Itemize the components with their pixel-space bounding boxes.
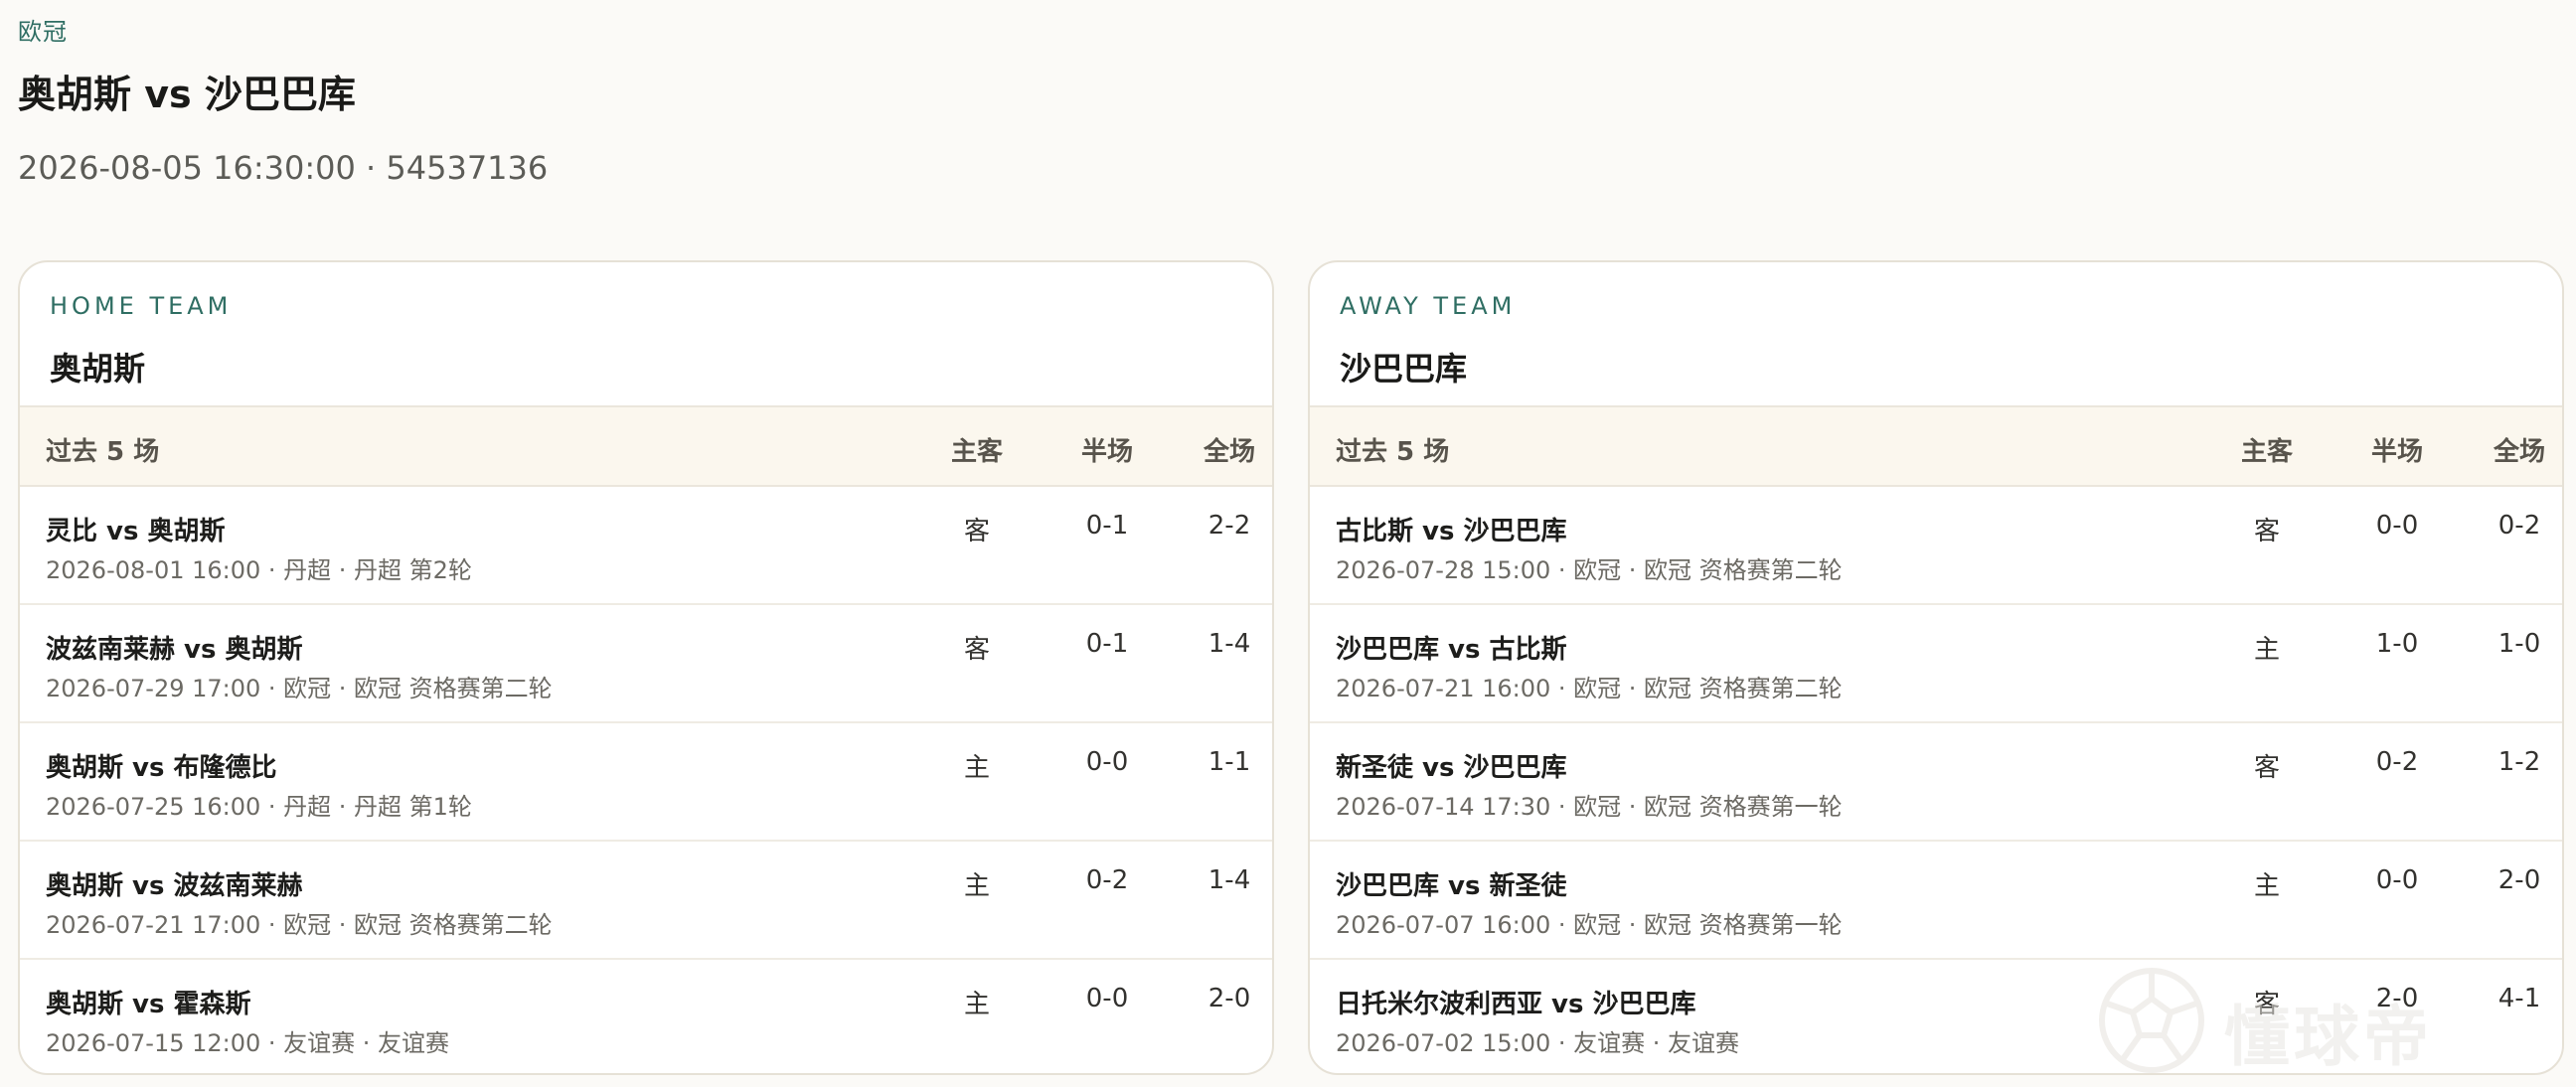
home-team-panel: HOME TEAM 奥胡斯 过去 5 场 主客 半场 全场 灵比 vs 奥胡斯 … bbox=[18, 260, 1274, 1075]
full-time-score: 1-4 bbox=[1208, 865, 1251, 895]
table-header: 过去 5 场 主客 半场 全场 bbox=[1310, 407, 2562, 487]
panel-header: HOME TEAM 奥胡斯 bbox=[20, 262, 1272, 407]
fixture-meta: 2026-07-21 17:00 · 欧冠 · 欧冠 资格赛第二轮 bbox=[46, 911, 553, 939]
fixture-teams: 奥胡斯 vs 波兹南莱赫 bbox=[46, 871, 303, 901]
half-time-score: 0-0 bbox=[2375, 511, 2419, 541]
full-time-score: 0-2 bbox=[2497, 511, 2541, 541]
match-row[interactable]: 沙巴巴库 vs 古比斯 2026-07-21 16:00 · 欧冠 · 欧冠 资… bbox=[1310, 605, 2562, 723]
full-time-score: 1-0 bbox=[2497, 629, 2541, 659]
fixture-teams: 奥胡斯 vs 布隆德比 bbox=[46, 753, 277, 783]
half-time-score: 1-0 bbox=[2375, 629, 2419, 659]
fixture-meta: 2026-07-07 16:00 · 欧冠 · 欧冠 资格赛第一轮 bbox=[1336, 911, 1843, 939]
half-time-score: 0-2 bbox=[1085, 865, 1129, 895]
match-row[interactable]: 新圣徒 vs 沙巴巴库 2026-07-14 17:30 · 欧冠 · 欧冠 资… bbox=[1310, 723, 2562, 842]
fixture-meta: 2026-07-15 12:00 · 友谊赛 · 友谊赛 bbox=[46, 1029, 450, 1057]
fixture-teams: 波兹南莱赫 vs 奥胡斯 bbox=[46, 635, 303, 665]
team-role-label: HOME TEAM bbox=[50, 292, 233, 320]
header-home-away: 主客 bbox=[2240, 437, 2293, 467]
home-away-cell: 客 bbox=[2253, 990, 2280, 1019]
match-title: 奥胡斯 vs 沙巴巴库 bbox=[18, 73, 356, 116]
fixture-meta: 2026-07-21 16:00 · 欧冠 · 欧冠 资格赛第二轮 bbox=[1336, 675, 1843, 702]
home-away-cell: 客 bbox=[2253, 517, 2280, 546]
header-full-time: 全场 bbox=[2493, 437, 2545, 467]
header-recent: 过去 5 场 bbox=[1336, 437, 1450, 467]
full-time-score: 2-2 bbox=[1208, 511, 1251, 541]
match-row[interactable]: 沙巴巴库 vs 新圣徒 2026-07-07 16:00 · 欧冠 · 欧冠 资… bbox=[1310, 842, 2562, 960]
fixture-meta: 2026-07-29 17:00 · 欧冠 · 欧冠 资格赛第二轮 bbox=[46, 675, 553, 702]
full-time-score: 1-4 bbox=[1208, 629, 1251, 659]
home-away-cell: 客 bbox=[963, 635, 990, 665]
fixture-teams: 奥胡斯 vs 霍森斯 bbox=[46, 990, 251, 1019]
header-half-time: 半场 bbox=[2370, 437, 2423, 467]
header-recent: 过去 5 场 bbox=[46, 437, 160, 467]
home-away-cell: 主 bbox=[963, 871, 990, 901]
full-time-score: 1-2 bbox=[2497, 747, 2541, 777]
full-time-score: 2-0 bbox=[2497, 865, 2541, 895]
fixture-teams: 沙巴巴库 vs 古比斯 bbox=[1336, 635, 1567, 665]
half-time-score: 0-2 bbox=[2375, 747, 2419, 777]
header-home-away: 主客 bbox=[950, 437, 1003, 467]
header-half-time: 半场 bbox=[1080, 437, 1133, 467]
fixture-meta: 2026-08-01 16:00 · 丹超 · 丹超 第2轮 bbox=[46, 556, 472, 584]
fixture-meta: 2026-07-14 17:30 · 欧冠 · 欧冠 资格赛第一轮 bbox=[1336, 793, 1843, 821]
match-detail-page: 欧冠 奥胡斯 vs 沙巴巴库 2026-08-05 16:30:00 · 545… bbox=[0, 0, 2576, 1087]
half-time-score: 0-0 bbox=[1085, 747, 1129, 777]
half-time-score: 0-0 bbox=[1085, 984, 1129, 1013]
fixture-teams: 古比斯 vs 沙巴巴库 bbox=[1336, 517, 1567, 546]
match-row[interactable]: 奥胡斯 vs 布隆德比 2026-07-25 16:00 · 丹超 · 丹超 第… bbox=[20, 723, 1272, 842]
full-time-score: 2-0 bbox=[1208, 984, 1251, 1013]
match-row[interactable]: 波兹南莱赫 vs 奥胡斯 2026-07-29 17:00 · 欧冠 · 欧冠 … bbox=[20, 605, 1272, 723]
fixture-meta: 2026-07-02 15:00 · 友谊赛 · 友谊赛 bbox=[1336, 1029, 1740, 1057]
full-time-score: 4-1 bbox=[2497, 984, 2541, 1013]
home-away-cell: 主 bbox=[963, 753, 990, 783]
home-away-cell: 主 bbox=[2253, 871, 2280, 901]
half-time-score: 0-1 bbox=[1085, 511, 1129, 541]
fixture-meta: 2026-07-25 16:00 · 丹超 · 丹超 第1轮 bbox=[46, 793, 472, 821]
half-time-score: 0-0 bbox=[2375, 865, 2419, 895]
match-meta: 2026-08-05 16:30:00 · 54537136 bbox=[18, 149, 549, 187]
match-row[interactable]: 古比斯 vs 沙巴巴库 2026-07-28 15:00 · 欧冠 · 欧冠 资… bbox=[1310, 487, 2562, 605]
fixture-teams: 灵比 vs 奥胡斯 bbox=[46, 517, 226, 546]
fixture-teams: 新圣徒 vs 沙巴巴库 bbox=[1336, 753, 1567, 783]
home-away-cell: 客 bbox=[2253, 753, 2280, 783]
team-name[interactable]: 奥胡斯 bbox=[50, 344, 145, 389]
match-row[interactable]: 日托米尔波利西亚 vs 沙巴巴库 2026-07-02 15:00 · 友谊赛 … bbox=[1310, 960, 2562, 1073]
home-away-cell: 主 bbox=[2253, 635, 2280, 665]
half-time-score: 2-0 bbox=[2375, 984, 2419, 1013]
fixture-meta: 2026-07-28 15:00 · 欧冠 · 欧冠 资格赛第二轮 bbox=[1336, 556, 1843, 584]
away-team-panel: AWAY TEAM 沙巴巴库 过去 5 场 主客 半场 全场 古比斯 vs 沙巴… bbox=[1308, 260, 2564, 1075]
match-row[interactable]: 奥胡斯 vs 波兹南莱赫 2026-07-21 17:00 · 欧冠 · 欧冠 … bbox=[20, 842, 1272, 960]
half-time-score: 0-1 bbox=[1085, 629, 1129, 659]
fixture-teams: 沙巴巴库 vs 新圣徒 bbox=[1336, 871, 1567, 901]
team-role-label: AWAY TEAM bbox=[1340, 292, 1517, 320]
home-away-cell: 客 bbox=[963, 517, 990, 546]
full-time-score: 1-1 bbox=[1208, 747, 1251, 777]
team-name[interactable]: 沙巴巴库 bbox=[1340, 344, 1467, 389]
home-away-cell: 主 bbox=[963, 990, 990, 1019]
fixture-teams: 日托米尔波利西亚 vs 沙巴巴库 bbox=[1336, 990, 1696, 1019]
match-row[interactable]: 奥胡斯 vs 霍森斯 2026-07-15 12:00 · 友谊赛 · 友谊赛 … bbox=[20, 960, 1272, 1073]
header-full-time: 全场 bbox=[1203, 437, 1255, 467]
table-header: 过去 5 场 主客 半场 全场 bbox=[20, 407, 1272, 487]
league-label[interactable]: 欧冠 bbox=[18, 12, 68, 47]
panel-header: AWAY TEAM 沙巴巴库 bbox=[1310, 262, 2562, 407]
match-row[interactable]: 灵比 vs 奥胡斯 2026-08-01 16:00 · 丹超 · 丹超 第2轮… bbox=[20, 487, 1272, 605]
